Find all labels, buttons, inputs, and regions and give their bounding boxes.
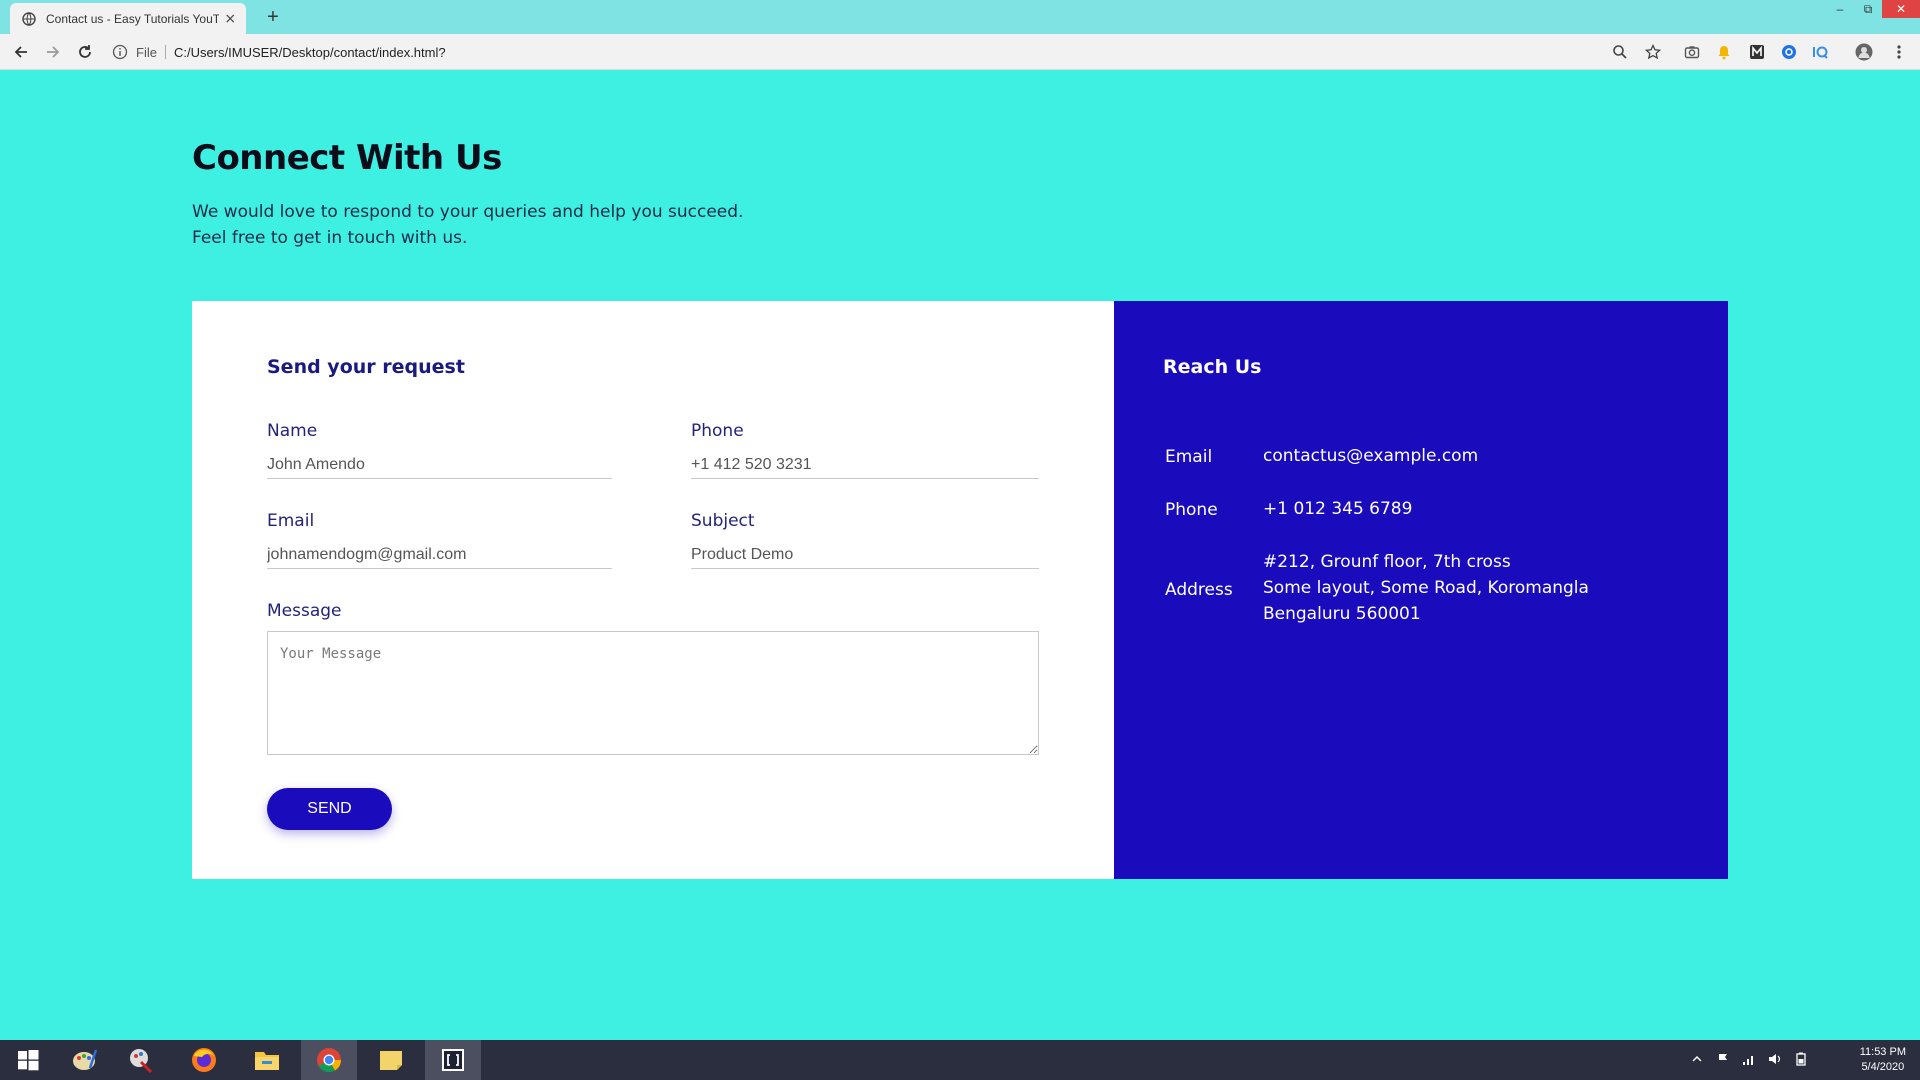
file-explorer-app-icon[interactable] — [239, 1040, 295, 1080]
subtext-line-1: We would love to respond to your queries… — [192, 202, 744, 222]
minimize-icon[interactable]: – — [1826, 0, 1854, 18]
paint-app-icon[interactable] — [56, 1040, 112, 1080]
email-label: Email — [267, 511, 315, 531]
chrome-app-icon[interactable] — [301, 1040, 357, 1080]
reload-icon[interactable] — [74, 41, 96, 63]
globe-icon — [22, 11, 36, 26]
clock-time: 11:53 PM — [1859, 1046, 1906, 1058]
reach-email-label: Email — [1165, 447, 1213, 467]
file-scheme-label: File — [136, 44, 157, 60]
zoom-icon[interactable] — [1611, 43, 1629, 61]
star-icon[interactable] — [1644, 43, 1662, 61]
name-input[interactable] — [267, 451, 612, 479]
back-arrow-icon[interactable] — [10, 41, 32, 63]
subject-field: Subject — [691, 511, 1039, 569]
tray-chevron-up-icon[interactable] — [1690, 1052, 1704, 1066]
camera-extension-icon[interactable] — [1683, 43, 1701, 61]
tab-close-icon[interactable]: × — [223, 11, 239, 27]
form-title: Send your request — [267, 356, 465, 378]
email-input[interactable] — [267, 541, 612, 569]
reach-email-value: contactus@example.com — [1263, 446, 1479, 466]
new-tab-button[interactable]: + — [262, 6, 284, 28]
address-line-2: Some layout, Some Road, Koromangla — [1263, 578, 1589, 598]
browser-toolbar: File C:/Users/IMUSER/Desktop/contact/ind… — [0, 34, 1920, 70]
info-icon[interactable] — [112, 44, 128, 60]
email-field: Email — [267, 511, 612, 569]
subtext-line-2: Feel free to get in touch with us. — [192, 228, 468, 248]
tray-volume-icon[interactable] — [1768, 1052, 1782, 1066]
address-separator — [164, 45, 166, 59]
phone-field: Phone — [691, 421, 1039, 479]
phone-input[interactable] — [691, 451, 1039, 479]
contact-form-card: Send your request Name Phone Email Subje… — [192, 301, 1114, 879]
subject-input[interactable] — [691, 541, 1039, 569]
window-close-icon[interactable]: ✕ — [1882, 0, 1920, 18]
system-tray — [1690, 1052, 1808, 1066]
browser-tab[interactable]: Contact us - Easy Tutorials YouTube × — [10, 3, 246, 34]
send-button[interactable]: SEND — [267, 788, 392, 830]
windows-start-icon[interactable] — [0, 1040, 56, 1080]
page-title: Connect With Us — [192, 138, 502, 178]
restore-icon[interactable]: ⧉ — [1854, 0, 1882, 18]
message-field: Message — [267, 601, 1039, 755]
tab-title: Contact us - Easy Tutorials YouTube — [46, 11, 219, 26]
window-controls: – ⧉ ✕ — [1826, 0, 1920, 20]
url-text[interactable]: C:/Users/IMUSER/Desktop/contact/index.ht… — [174, 45, 446, 60]
reach-phone-label: Phone — [1165, 500, 1218, 520]
menu-dots-icon[interactable] — [1890, 43, 1908, 61]
tray-network-icon[interactable] — [1742, 1052, 1756, 1066]
tray-battery-icon[interactable] — [1794, 1052, 1808, 1066]
name-label: Name — [267, 421, 318, 441]
paint-brush-app-icon[interactable] — [113, 1040, 169, 1080]
blue-circle-extension-icon[interactable] — [1780, 43, 1798, 61]
message-label: Message — [267, 601, 342, 621]
firefox-app-icon[interactable] — [176, 1040, 232, 1080]
m-extension-icon[interactable] — [1748, 43, 1766, 61]
iq-extension-icon[interactable] — [1811, 43, 1829, 61]
address-line-1: #212, Grounf floor, 7th cross — [1263, 552, 1511, 572]
bell-extension-icon[interactable] — [1715, 43, 1733, 61]
page-subtext: We would love to respond to your queries… — [192, 199, 743, 251]
clock-date: 5/4/2020 — [1861, 1061, 1905, 1073]
phone-label: Phone — [691, 421, 744, 441]
subject-label: Subject — [691, 511, 755, 531]
address-bar[interactable]: File C:/Users/IMUSER/Desktop/contact/ind… — [112, 39, 1652, 65]
reach-phone-value: +1 012 345 6789 — [1263, 499, 1413, 519]
reach-address-label: Address — [1165, 580, 1233, 600]
browser-tabstrip: Contact us - Easy Tutorials YouTube × + … — [0, 0, 1920, 34]
brackets-editor-app-icon[interactable] — [425, 1040, 481, 1080]
address-line-3: Bengaluru 560001 — [1263, 604, 1421, 624]
sticky-notes-app-icon[interactable] — [363, 1040, 419, 1080]
reach-us-title: Reach Us — [1163, 356, 1262, 378]
name-field: Name — [267, 421, 612, 479]
reach-address-value: #212, Grounf floor, 7th cross Some layou… — [1263, 549, 1589, 627]
taskbar-clock[interactable]: 11:53 PM 5/4/2020 — [1860, 1045, 1906, 1075]
profile-avatar-icon[interactable] — [1855, 43, 1873, 61]
windows-taskbar: 11:53 PM 5/4/2020 — [0, 1040, 1920, 1080]
tray-flag-icon[interactable] — [1716, 1052, 1730, 1066]
message-textarea[interactable] — [267, 631, 1039, 755]
reach-us-card: Reach Us Email contactus@example.com Pho… — [1114, 301, 1728, 879]
forward-arrow-icon[interactable] — [42, 41, 64, 63]
